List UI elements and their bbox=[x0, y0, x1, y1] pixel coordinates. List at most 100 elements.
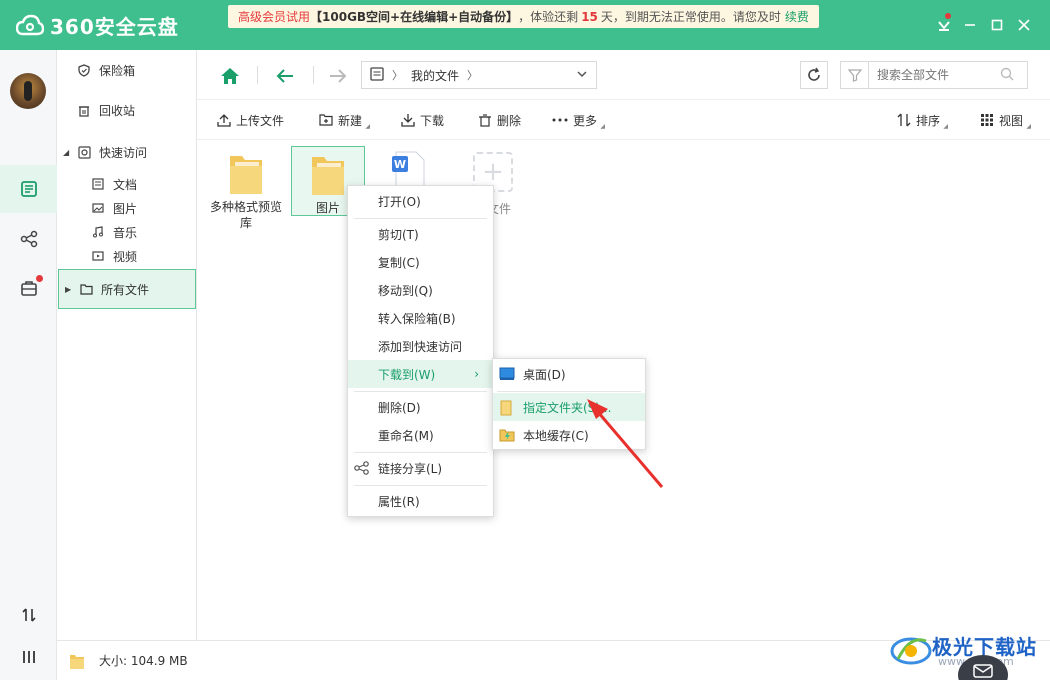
context-menu: 打开(O) 剪切(T) 复制(C) 移动到(Q) 转入保险箱(B) 添加到快速访… bbox=[347, 185, 494, 517]
sort-icon bbox=[897, 113, 911, 127]
collapse-caret-icon[interactable]: ▶ bbox=[65, 285, 75, 294]
folder-icon bbox=[499, 400, 513, 419]
transfer-icon[interactable] bbox=[0, 600, 57, 630]
filter-button[interactable] bbox=[840, 61, 868, 89]
document-icon bbox=[91, 177, 105, 191]
menu-separator bbox=[354, 485, 487, 486]
download-button[interactable]: 下载 bbox=[401, 110, 444, 130]
menu-label: 属性(R) bbox=[378, 494, 420, 509]
nav-label: 视频 bbox=[113, 249, 138, 264]
menu-item-copy[interactable]: 复制(C) bbox=[348, 248, 493, 276]
menu-label: 剪切(T) bbox=[378, 227, 419, 242]
home-icon[interactable] bbox=[219, 65, 241, 87]
toolbox-icon bbox=[20, 281, 37, 296]
view-button[interactable]: 视图 ◢ bbox=[980, 110, 1031, 130]
app-logo: 360安全云盘 bbox=[16, 10, 179, 40]
refresh-button[interactable] bbox=[800, 61, 828, 89]
menu-separator bbox=[354, 452, 487, 453]
breadcrumb-current[interactable]: 我的文件 bbox=[411, 67, 459, 84]
expand-caret-icon[interactable]: ◢ bbox=[63, 148, 73, 157]
menu-item-delete[interactable]: 删除(D) bbox=[348, 393, 493, 421]
dropdown-corner-icon: ◢ bbox=[600, 123, 606, 130]
folder-icon bbox=[70, 654, 84, 669]
menu-item-rename[interactable]: 重命名(M) bbox=[348, 421, 493, 449]
menu-item-open[interactable]: 打开(O) bbox=[348, 187, 493, 215]
notification-dot bbox=[945, 13, 951, 19]
music-icon bbox=[91, 225, 105, 239]
submenu-item-desktop[interactable]: 桌面(D) bbox=[493, 360, 645, 388]
menu-item-add-quick-access[interactable]: 添加到快速访问 bbox=[348, 332, 493, 360]
menu-bars-icon[interactable] bbox=[0, 642, 57, 672]
menu-item-to-vault[interactable]: 转入保险箱(B) bbox=[348, 304, 493, 332]
promo-text2: 天 bbox=[600, 10, 613, 24]
renew-link[interactable]: 续费 bbox=[785, 8, 809, 25]
nav-item-all-files[interactable]: ▶ 所有文件 bbox=[58, 269, 196, 309]
chevron-down-icon[interactable] bbox=[576, 68, 588, 83]
nav-item-images[interactable]: 图片 bbox=[57, 196, 197, 220]
dropdown-corner-icon: ◢ bbox=[365, 123, 371, 130]
minimize-icon[interactable] bbox=[960, 15, 980, 35]
nav-item-quick-access[interactable]: ◢ 快速访问 bbox=[57, 140, 197, 164]
toolbox-alert-dot bbox=[36, 275, 43, 282]
menu-label: 移动到(Q) bbox=[378, 283, 433, 298]
rail-files-button[interactable] bbox=[0, 165, 57, 213]
close-icon[interactable] bbox=[1014, 15, 1034, 35]
back-arrow-icon[interactable] bbox=[274, 65, 296, 87]
upload-icon bbox=[217, 114, 231, 127]
download-icon bbox=[401, 114, 415, 127]
submenu-item-local-cache[interactable]: 本地缓存(C) bbox=[493, 421, 645, 449]
sort-button[interactable]: 排序 ◢ bbox=[897, 110, 948, 130]
new-folder-icon bbox=[319, 114, 333, 126]
upload-button[interactable]: 上传文件 bbox=[217, 110, 284, 130]
nav-item-documents[interactable]: 文档 bbox=[57, 172, 197, 196]
breadcrumb-doc-icon bbox=[370, 66, 384, 84]
rail-toolbox-button[interactable] bbox=[0, 264, 57, 312]
maximize-icon[interactable] bbox=[987, 15, 1007, 35]
path-breadcrumb[interactable]: 〉 我的文件 〉 bbox=[361, 61, 597, 89]
menu-item-link-share[interactable]: 链接分享(L) bbox=[348, 454, 493, 482]
forward-arrow-icon[interactable] bbox=[327, 65, 349, 87]
plus-icon: + bbox=[482, 157, 504, 187]
chevron-right-icon: 〉 bbox=[392, 69, 403, 82]
nav-label: 图片 bbox=[113, 201, 138, 216]
menu-separator bbox=[354, 391, 487, 392]
chevron-right-icon: › bbox=[474, 367, 479, 381]
file-item[interactable]: 多种格式预览库 bbox=[209, 148, 283, 232]
menu-item-cut[interactable]: 剪切(T) bbox=[348, 220, 493, 248]
cloud-logo-icon bbox=[16, 14, 44, 36]
filter-icon bbox=[847, 69, 862, 82]
avatar[interactable] bbox=[10, 73, 46, 109]
download-label: 下载 bbox=[420, 113, 445, 128]
nav-item-music[interactable]: 音乐 bbox=[57, 220, 197, 244]
nav-item-recycle-bin[interactable]: 回收站 bbox=[57, 98, 197, 122]
download-to-submenu: 桌面(D) 指定文件夹(S)... 本地缓存(C) bbox=[492, 358, 646, 450]
delete-label: 删除 bbox=[497, 113, 522, 128]
toolbar: 上传文件 新建 ◢ 下载 删除 更多 ◢ 排序 ◢ 视图 ◢ bbox=[197, 100, 1050, 140]
menu-item-properties[interactable]: 属性(R) bbox=[348, 487, 493, 515]
more-button[interactable]: 更多 ◢ bbox=[552, 110, 605, 130]
desktop-icon bbox=[499, 367, 515, 384]
rail-share-button[interactable] bbox=[0, 215, 57, 263]
menu-item-move-to[interactable]: 移动到(Q) bbox=[348, 276, 493, 304]
dropdown-corner-icon: ◢ bbox=[943, 123, 949, 130]
promo-text3: ，到期无法正常使用。请您及时 bbox=[612, 10, 781, 24]
search-icon[interactable] bbox=[1000, 67, 1014, 84]
nav-item-video[interactable]: 视频 bbox=[57, 244, 197, 268]
nav-tree: 保险箱 回收站 ◢ 快速访问 文档 图片 音乐 视频 ▶ 所有文件 bbox=[57, 50, 197, 640]
delete-button[interactable]: 删除 bbox=[478, 110, 521, 130]
menu-dropdown-icon[interactable] bbox=[934, 15, 954, 35]
image-icon bbox=[91, 201, 105, 215]
submenu-label: 桌面(D) bbox=[523, 367, 566, 382]
nav-label: 回收站 bbox=[99, 103, 136, 118]
refresh-icon bbox=[808, 67, 820, 81]
menu-label: 链接分享(L) bbox=[378, 461, 443, 476]
new-button[interactable]: 新建 ◢ bbox=[319, 110, 370, 130]
nav-label: 文档 bbox=[113, 177, 138, 192]
nav-label: 所有文件 bbox=[101, 282, 150, 297]
chevron-right-icon: 〉 bbox=[467, 69, 479, 82]
submenu-item-specified-folder[interactable]: 指定文件夹(S)... bbox=[493, 393, 645, 421]
menu-item-download-to[interactable]: 下载到(W) › bbox=[348, 360, 493, 388]
share-icon bbox=[20, 230, 37, 248]
dropdown-corner-icon: ◢ bbox=[1026, 123, 1032, 130]
nav-item-vault[interactable]: 保险箱 bbox=[57, 58, 197, 82]
